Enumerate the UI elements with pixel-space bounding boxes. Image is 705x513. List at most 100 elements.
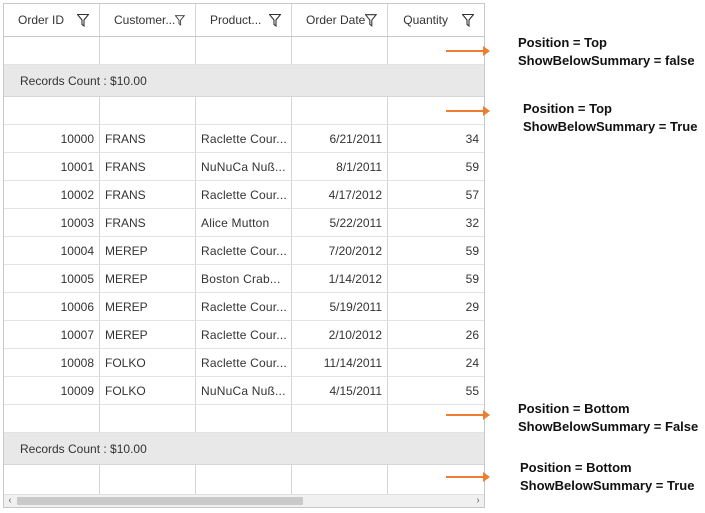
cell-quantity[interactable]: 57 <box>388 181 484 208</box>
cell-order-date[interactable]: 11/14/2011 <box>292 349 388 376</box>
cell-product[interactable]: NuNuCa Nuß... <box>196 153 292 180</box>
table-row[interactable]: 10003 FRANS Alice Mutton 5/22/2011 32 <box>4 209 484 237</box>
annotation-line: ShowBelowSummary = false <box>518 53 695 68</box>
column-header-customer[interactable]: Customer... <box>100 4 196 36</box>
bottom-summary-below-row <box>4 465 484 495</box>
cell-product[interactable]: Boston Crab... <box>196 265 292 292</box>
cell-quantity[interactable]: 24 <box>388 349 484 376</box>
annotation-line: Position = Bottom <box>518 401 630 416</box>
column-header-label: Order ID <box>18 13 65 27</box>
table-row[interactable]: 10007 MEREP Raclette Cour... 2/10/2012 26 <box>4 321 484 349</box>
grid-header: Order ID Customer... Product... Order Da… <box>4 4 484 37</box>
cell-order-date[interactable]: 6/21/2011 <box>292 125 388 152</box>
table-row[interactable]: 10000 FRANS Raclette Cour... 6/21/2011 34 <box>4 125 484 153</box>
column-header-quantity[interactable]: Quantity <box>388 4 484 36</box>
cell-order-id[interactable]: 10005 <box>4 265 100 292</box>
table-row[interactable]: 10006 MEREP Raclette Cour... 5/19/2011 29 <box>4 293 484 321</box>
top-summary-row: Records Count : $10.00 <box>4 65 484 97</box>
column-header-label: Quantity <box>403 13 448 27</box>
cell-order-id[interactable]: 10006 <box>4 293 100 320</box>
cell-customer[interactable]: FOLKO <box>100 377 196 404</box>
cell-customer[interactable]: FRANS <box>100 181 196 208</box>
cell-order-date[interactable]: 4/17/2012 <box>292 181 388 208</box>
cell-quantity[interactable]: 59 <box>388 237 484 264</box>
table-row[interactable]: 10008 FOLKO Raclette Cour... 11/14/2011 24 <box>4 349 484 377</box>
cell-order-date[interactable]: 2/10/2012 <box>292 321 388 348</box>
bottom-summary-empty-row <box>4 405 484 433</box>
column-header-label: Product... <box>210 13 262 27</box>
cell-order-date[interactable]: 8/1/2011 <box>292 153 388 180</box>
top-summary-below-row <box>4 97 484 125</box>
annotation-line: Position = Top <box>518 35 607 50</box>
cell-product[interactable]: Raclette Cour... <box>196 293 292 320</box>
top-summary-empty-row <box>4 37 484 65</box>
cell-order-date[interactable]: 5/19/2011 <box>292 293 388 320</box>
column-header-product[interactable]: Product... <box>196 4 292 36</box>
annotation-bottom-false: Position = Bottom ShowBelowSummary = Fal… <box>518 400 698 436</box>
cell-order-id[interactable]: 10001 <box>4 153 100 180</box>
cell-order-date[interactable]: 5/22/2011 <box>292 209 388 236</box>
cell-product[interactable]: Raclette Cour... <box>196 237 292 264</box>
cell-customer[interactable]: FRANS <box>100 209 196 236</box>
cell-customer[interactable]: FRANS <box>100 153 196 180</box>
cell-order-id[interactable]: 10008 <box>4 349 100 376</box>
cell-order-id[interactable]: 10002 <box>4 181 100 208</box>
cell-order-id[interactable]: 10009 <box>4 377 100 404</box>
table-row[interactable]: 10005 MEREP Boston Crab... 1/14/2012 59 <box>4 265 484 293</box>
annotation-bottom-true: Position = Bottom ShowBelowSummary = Tru… <box>520 459 694 495</box>
table-row[interactable]: 10002 FRANS Raclette Cour... 4/17/2012 57 <box>4 181 484 209</box>
filter-icon[interactable] <box>175 14 185 27</box>
cell-quantity[interactable]: 55 <box>388 377 484 404</box>
cell-product[interactable]: Alice Mutton <box>196 209 292 236</box>
table-row[interactable]: 10001 FRANS NuNuCa Nuß... 8/1/2011 59 <box>4 153 484 181</box>
arrow-icon <box>446 410 490 420</box>
cell-order-id[interactable]: 10000 <box>4 125 100 152</box>
cell-quantity[interactable]: 32 <box>388 209 484 236</box>
bottom-summary-row: Records Count : $10.00 <box>4 433 484 465</box>
filter-icon[interactable] <box>269 13 281 27</box>
cell-customer[interactable]: MEREP <box>100 293 196 320</box>
horizontal-scrollbar[interactable]: ‹ › <box>4 494 484 507</box>
cell-quantity[interactable]: 59 <box>388 265 484 292</box>
cell-order-id[interactable]: 10004 <box>4 237 100 264</box>
summary-label: Records Count : $10.00 <box>20 73 147 88</box>
annotation-line: ShowBelowSummary = True <box>520 478 695 493</box>
cell-customer[interactable]: MEREP <box>100 265 196 292</box>
cell-product[interactable]: Raclette Cour... <box>196 321 292 348</box>
cell-quantity[interactable]: 26 <box>388 321 484 348</box>
cell-product[interactable]: Raclette Cour... <box>196 349 292 376</box>
scroll-left-icon[interactable]: ‹ <box>4 495 16 507</box>
filter-icon[interactable] <box>365 13 377 27</box>
scrollbar-thumb[interactable] <box>17 497 303 505</box>
cell-order-id[interactable]: 10003 <box>4 209 100 236</box>
annotation-line: Position = Top <box>523 101 612 116</box>
annotation-line: ShowBelowSummary = False <box>518 419 699 434</box>
cell-product[interactable]: Raclette Cour... <box>196 181 292 208</box>
cell-customer[interactable]: FOLKO <box>100 349 196 376</box>
arrow-icon <box>446 106 490 116</box>
cell-quantity[interactable]: 34 <box>388 125 484 152</box>
cell-quantity[interactable]: 59 <box>388 153 484 180</box>
cell-order-date[interactable]: 4/15/2011 <box>292 377 388 404</box>
cell-product[interactable]: NuNuCa Nuß... <box>196 377 292 404</box>
annotation-top-false: Position = Top ShowBelowSummary = false <box>518 34 695 70</box>
cell-quantity[interactable]: 29 <box>388 293 484 320</box>
table-row[interactable]: 10009 FOLKO NuNuCa Nuß... 4/15/2011 55 <box>4 377 484 405</box>
cell-product[interactable]: Raclette Cour... <box>196 125 292 152</box>
data-grid: Order ID Customer... Product... Order Da… <box>3 3 485 508</box>
arrow-icon <box>446 472 490 482</box>
cell-order-id[interactable]: 10007 <box>4 321 100 348</box>
column-header-label: Order Date <box>306 13 366 27</box>
table-row[interactable]: 10004 MEREP Raclette Cour... 7/20/2012 59 <box>4 237 484 265</box>
cell-order-date[interactable]: 7/20/2012 <box>292 237 388 264</box>
cell-customer[interactable]: MEREP <box>100 321 196 348</box>
filter-icon[interactable] <box>77 13 89 27</box>
filter-icon[interactable] <box>462 13 474 27</box>
column-header-order-id[interactable]: Order ID <box>4 4 100 36</box>
summary-label: Records Count : $10.00 <box>20 441 147 456</box>
cell-customer[interactable]: FRANS <box>100 125 196 152</box>
column-header-order-date[interactable]: Order Date <box>292 4 388 36</box>
scroll-right-icon[interactable]: › <box>472 495 484 507</box>
cell-order-date[interactable]: 1/14/2012 <box>292 265 388 292</box>
cell-customer[interactable]: MEREP <box>100 237 196 264</box>
